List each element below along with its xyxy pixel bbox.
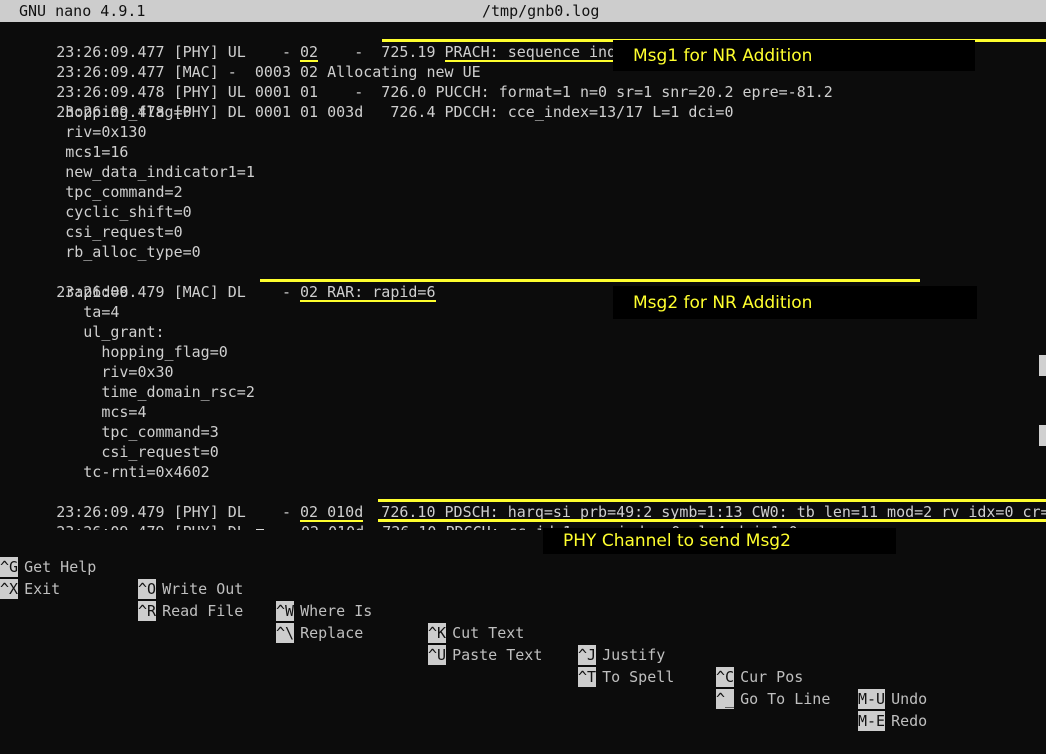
shortcut-paste-text[interactable]: ^U Paste Text xyxy=(428,644,542,666)
log-line: ul_grant: xyxy=(0,322,1046,342)
scroll-tick-upper[interactable] xyxy=(1039,355,1046,376)
shortcut-key: ^J xyxy=(578,645,597,665)
annotation-label: PHY Channel to send Msg2 xyxy=(563,531,791,551)
shortcut-where-is[interactable]: ^W Where Is xyxy=(276,600,372,622)
log-line: hopping_flag=0 xyxy=(0,342,1046,362)
shortcut-label: Redo xyxy=(891,712,928,730)
shortcut-key: ^\ xyxy=(276,623,295,643)
log-line: cyclic_shift=0 xyxy=(0,202,1046,222)
shortcut-label: Where Is xyxy=(300,602,373,620)
shortcut-key: ^R xyxy=(138,601,157,621)
log-line-text: ta=4 xyxy=(2,303,120,321)
log-line-text: new_data_indicator1=1 xyxy=(2,163,255,181)
shortcut-label: To Spell xyxy=(602,668,675,686)
shortcut-key: M-U xyxy=(858,689,886,709)
shortcut-redo[interactable]: M-E Redo xyxy=(858,710,927,732)
shortcut-label: Paste Text xyxy=(452,646,543,664)
log-token-highlight: 02 010d xyxy=(301,523,364,530)
log-line-text: mcs1=16 xyxy=(2,143,129,161)
scroll-tick-lower[interactable] xyxy=(1039,425,1046,446)
shortcut-label: Cur Pos xyxy=(740,668,804,686)
shortcut-replace[interactable]: ^\ Replace xyxy=(276,622,363,644)
log-line: csi_request=0 xyxy=(0,222,1046,242)
shortcut-key: ^T xyxy=(578,667,597,687)
log-line-text: time_domain_rsc=2 xyxy=(2,383,255,401)
annotation-label: Msg2 for NR Addition xyxy=(633,292,813,313)
shortcut-label: Write Out xyxy=(162,580,244,598)
shortcut-label: Exit xyxy=(24,580,61,598)
log-line-mid: - xyxy=(265,523,301,530)
log-line-text: tc-rnti=0x4602 xyxy=(2,463,210,481)
log-line: hopping_flag=0 xyxy=(0,102,1046,122)
log-line-text: mcs=4 xyxy=(2,403,147,421)
editor-text-area[interactable]: 23:26:09.477 [PHY] UL - 02 - 725.19 PRAC… xyxy=(0,22,1046,530)
shortcut-key: ^C xyxy=(716,667,735,687)
shortcut-label: Justify xyxy=(602,646,666,664)
log-line: riv=0x30 xyxy=(0,362,1046,382)
log-line: 23:26:09.478 [PHY] DL 0001 01 003d 726.4… xyxy=(0,82,1046,121)
log-line: mcs=4 xyxy=(0,402,1046,422)
log-line: tpc_command=3 xyxy=(0,422,1046,442)
shortcut-key: ^W xyxy=(276,601,295,621)
log-line-text: riv=0x130 xyxy=(2,123,147,141)
shortcut-key: ^K xyxy=(428,623,447,643)
shortcut-label: Go To Line xyxy=(740,690,831,708)
annotation-msg2: Msg2 for NR Addition xyxy=(613,286,977,319)
app-version-label: GNU nano 4.9.1 xyxy=(19,2,146,20)
shortcut-key: ^X xyxy=(0,579,19,599)
shortcut-key: ^U xyxy=(428,645,447,665)
shortcut-label: Undo xyxy=(891,690,928,708)
shortcut-cur-pos[interactable]: ^C Cur Pos xyxy=(716,666,803,688)
annotation-msg1: Msg1 for NR Addition xyxy=(613,40,975,71)
shortcut-exit[interactable]: ^X Exit xyxy=(0,578,60,600)
log-line-text: tpc_command=3 xyxy=(2,423,219,441)
log-line-prefix: 23:26:09.479 [PHY] DL xyxy=(56,523,255,530)
file-path-label: /tmp/gnb0.log xyxy=(482,2,600,20)
shortcut-label: Replace xyxy=(300,624,364,642)
shortcut-justify[interactable]: ^J Justify xyxy=(578,644,665,666)
title-bar: GNU nano 4.9.1 /tmp/gnb0.log xyxy=(0,0,1046,22)
shortcut-label: Cut Text xyxy=(452,624,525,642)
shortcut-cut-text[interactable]: ^K Cut Text xyxy=(428,622,524,644)
log-line-text: cyclic_shift=0 xyxy=(2,203,192,221)
log-line-text: hopping_flag=0 xyxy=(2,103,192,121)
log-line-mid2: 726.10 xyxy=(364,523,445,530)
annotation-phy-channel: PHY Channel to send Msg2 xyxy=(543,528,896,554)
shortcut-key: ^_ xyxy=(716,689,735,709)
highlight-rule-pdsch xyxy=(378,499,1046,502)
log-line: new_data_indicator1=1 xyxy=(0,162,1046,182)
log-line: riv=0x130 xyxy=(0,122,1046,142)
log-line-text: rapid=6 xyxy=(2,283,129,301)
log-line-text: rb_alloc_type=0 xyxy=(2,243,201,261)
shortcut-row-2: ^X Exit ^R Read File ^\ Replace ^U Paste Tex… xyxy=(0,556,1046,731)
log-line: tpc_command=2 xyxy=(0,182,1046,202)
shortcut-key: M-E xyxy=(858,711,886,731)
log-line-text: csi_request=0 xyxy=(2,223,183,241)
shortcut-to-spell[interactable]: ^T To Spell xyxy=(578,666,674,688)
shortcut-label: Read File xyxy=(162,602,244,620)
annotation-label: Msg1 for NR Addition xyxy=(633,45,813,66)
log-line-text: csi_request=0 xyxy=(2,443,219,461)
shortcut-go-to-line[interactable]: ^_ Go To Line xyxy=(716,688,830,710)
log-line: mcs1=16 xyxy=(0,142,1046,162)
shortcut-read-file[interactable]: ^R Read File xyxy=(138,600,243,622)
log-line-text: ul_grant: xyxy=(2,323,165,341)
nano-editor-window: GNU nano 4.9.1 /tmp/gnb0.log 23:26:09.47… xyxy=(0,0,1046,731)
log-line-text: riv=0x30 xyxy=(2,363,174,381)
log-line-text: tpc_command=2 xyxy=(2,183,183,201)
highlight-rule-rar xyxy=(260,279,920,282)
shortcut-undo[interactable]: M-U Undo xyxy=(858,688,927,710)
highlight-rule-pdcch xyxy=(378,519,1046,522)
log-line: time_domain_rsc=2 xyxy=(0,382,1046,402)
log-line: tc-rnti=0x4602 xyxy=(0,462,1046,482)
log-line: rb_alloc_type=0 xyxy=(0,242,1046,262)
shortcut-key: ^O xyxy=(138,579,157,599)
shortcut-write-out[interactable]: ^O Write Out xyxy=(138,578,243,600)
log-line: csi_request=0 xyxy=(0,442,1046,462)
log-line-text: hopping_flag=0 xyxy=(2,343,228,361)
